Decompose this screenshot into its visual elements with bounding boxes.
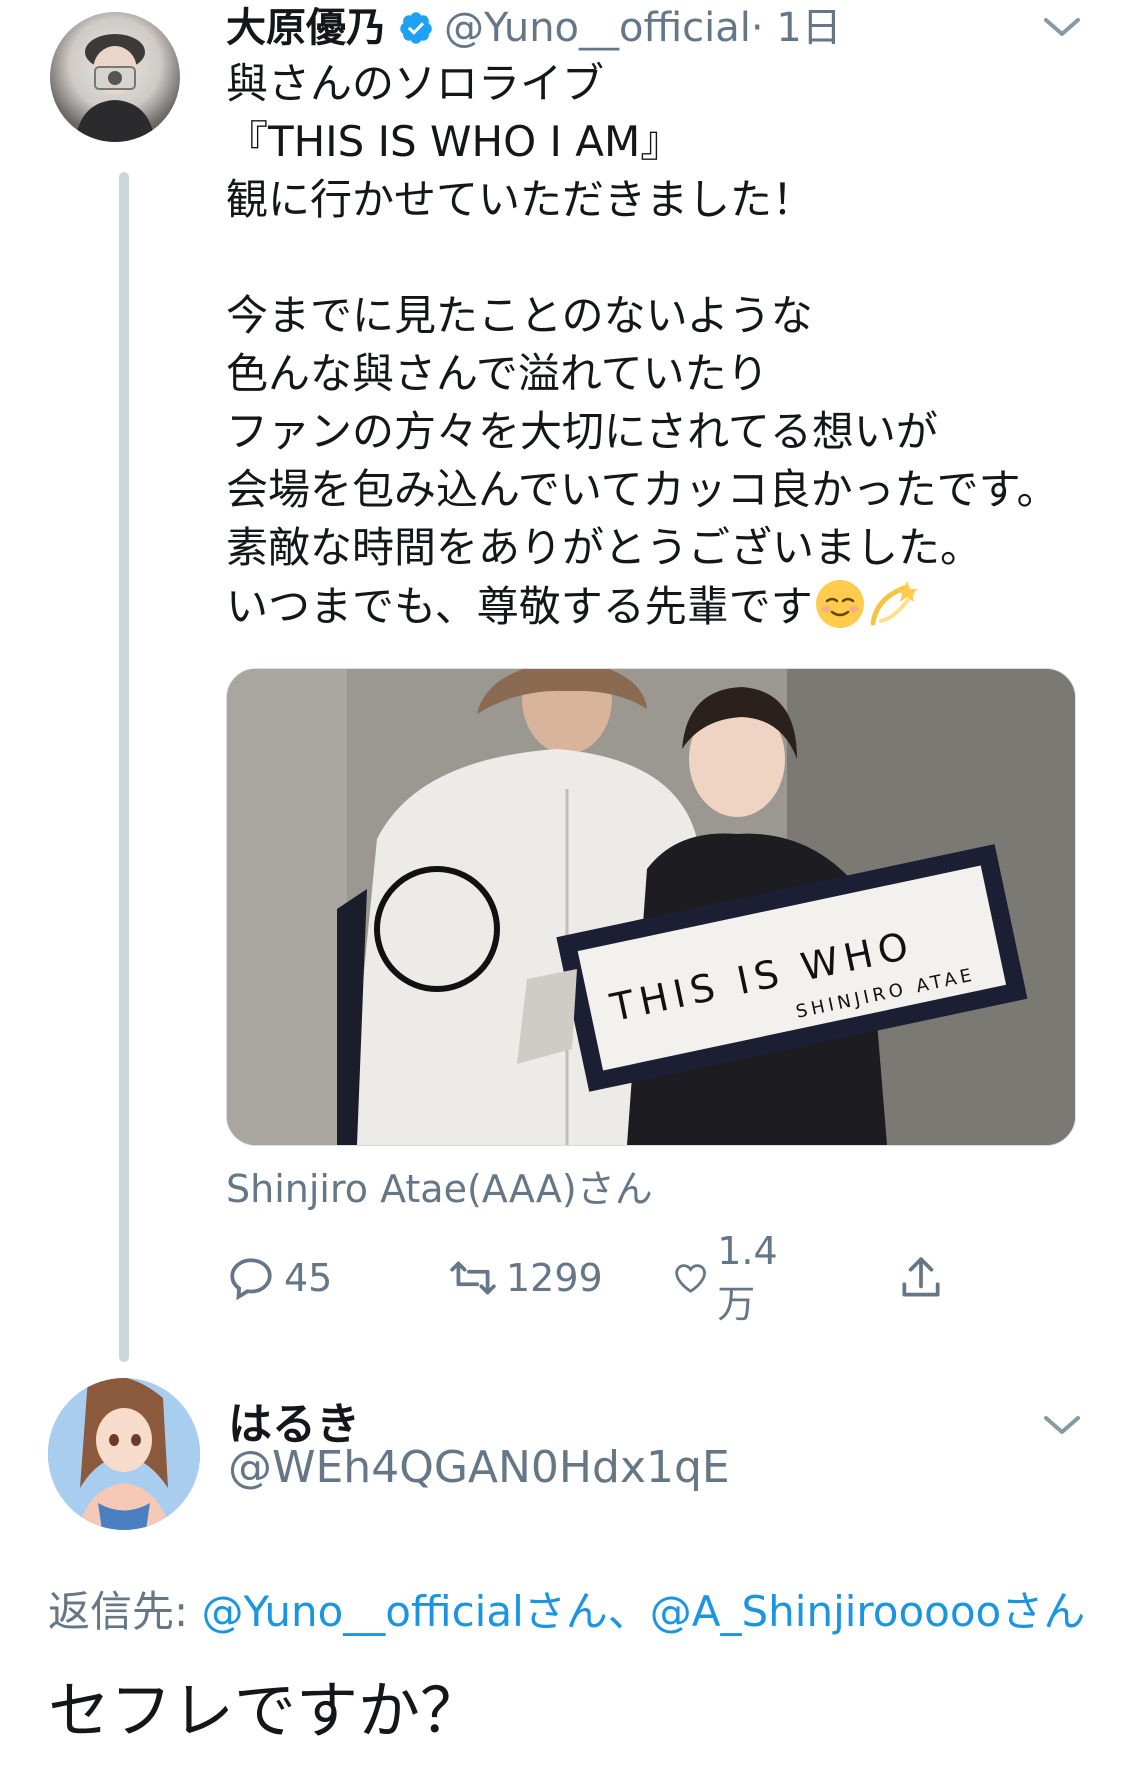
tweet-line: 今までに見たことのないような <box>226 291 813 340</box>
reply-author-handle[interactable]: @WEh4QGAN0Hdx1qE <box>228 1442 730 1493</box>
retweet-count: 1299 <box>506 1256 603 1300</box>
reply-to-line: 返信先: @Yuno__officialさん、@A_Shinjiroooooさん <box>48 1578 1085 1639</box>
tweet-line: いつまでも、尊敬する先輩です <box>226 582 813 631</box>
share-icon <box>902 1257 940 1297</box>
tweet-line: 素敵な時間をありがとうございました。 <box>226 523 983 572</box>
retweet-action[interactable]: 1299 <box>448 1248 603 1308</box>
tweet-body: 與さんのソロライブ 『THIS IS WHO I AM』 観に行かせていただきま… <box>226 55 1106 635</box>
chevron-down-icon[interactable] <box>1040 12 1084 42</box>
dizzy-emoji <box>870 581 918 626</box>
reply-author-avatar[interactable] <box>48 1378 200 1530</box>
thread-connector-line <box>119 172 129 1362</box>
relieved-face-emoji <box>815 580 864 628</box>
tweet-photo[interactable]: THIS IS WHO SHINJIRO ATAE <box>226 668 1076 1146</box>
chevron-down-icon[interactable] <box>1040 1410 1084 1440</box>
like-icon <box>675 1264 706 1293</box>
reply-count: 45 <box>284 1256 333 1300</box>
author-name[interactable]: 大原優乃 <box>226 5 386 51</box>
like-count: 1.4万 <box>717 1228 778 1326</box>
photo-tag[interactable]: Shinjiro Atae(AAA)さん <box>226 1158 653 1213</box>
reply-action[interactable]: 45 <box>226 1248 332 1308</box>
reply-to-label: 返信先: <box>48 1587 202 1636</box>
share-action[interactable] <box>896 1248 954 1308</box>
tweet-line: ファンの方々を大切にされてる想いが <box>226 407 938 456</box>
reply-to-separator: 、 <box>607 1587 650 1636</box>
author-handle[interactable]: @Yuno__official <box>444 5 751 51</box>
reply-body: セフレですか？ <box>48 1674 483 1747</box>
reply-to-suffix: さん <box>1001 1587 1086 1636</box>
verified-badge-icon <box>400 12 432 44</box>
tweet-line-last: いつまでも、尊敬する先輩です <box>226 577 1106 635</box>
reply-icon <box>230 1258 272 1301</box>
author-avatar[interactable] <box>50 12 180 142</box>
tweet-line: 與さんのソロライブ <box>226 59 605 108</box>
tweet-header: 大原優乃 @Yuno__official· 1日 <box>226 2 842 54</box>
retweet-icon <box>450 1261 496 1295</box>
tweet-line <box>226 229 1106 287</box>
tweet-line: 『THIS IS WHO I AM』 <box>226 117 683 166</box>
tweet-line: 観に行かせていただきました！ <box>226 175 815 224</box>
reply-to-mention-1[interactable]: @Yuno__officialさん <box>202 1587 608 1636</box>
reply-to-mention-2[interactable]: @A_Shinjirooooo <box>650 1587 1001 1636</box>
tweet-timestamp[interactable]: · 1日 <box>751 5 842 51</box>
tweet-line: 会場を包み込んでいてカッコ良かったです。 <box>226 465 1059 514</box>
like-action[interactable]: 1.4万 <box>672 1229 790 1326</box>
tweet-line: 色んな與さんで溢れていたり <box>226 349 769 398</box>
